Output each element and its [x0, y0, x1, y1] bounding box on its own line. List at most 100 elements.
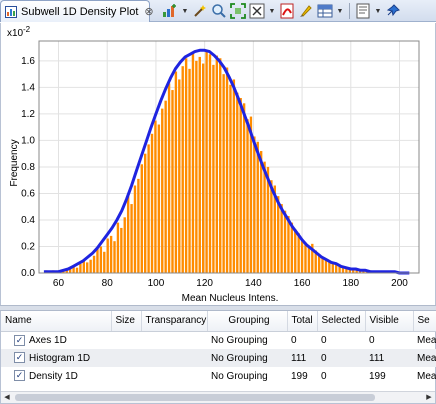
histogram-bar	[109, 235, 113, 273]
column-header-size[interactable]: Size	[111, 311, 142, 332]
y-exponent-power: -2	[23, 25, 31, 34]
histogram-bar	[236, 92, 239, 274]
layer-name: Density 1D	[29, 370, 78, 382]
histogram-bar	[290, 222, 294, 273]
layer-checkbox[interactable]: ✓	[14, 352, 25, 363]
histogram-bar	[137, 178, 140, 273]
histogram-bar	[140, 164, 143, 273]
chevron-down-icon[interactable]: ▼	[374, 8, 382, 15]
column-header-transparency[interactable]: Transparancy	[141, 311, 208, 332]
histogram-bar	[191, 51, 195, 273]
pdf-icon[interactable]	[279, 3, 295, 19]
y-tick-label: 1.2	[21, 109, 35, 120]
histogram-bar	[103, 251, 106, 273]
table-header: Name Size Transparancy Grouping Total Se…	[1, 311, 436, 332]
chevron-down-icon[interactable]: ▼	[268, 8, 276, 15]
histogram-bar	[164, 100, 167, 274]
column-header-grouping[interactable]: Grouping	[207, 311, 288, 332]
table-icon[interactable]	[317, 3, 333, 19]
y-tick-label: 1.0	[21, 135, 35, 146]
histogram-bar	[86, 262, 89, 273]
histogram-bar	[79, 263, 82, 273]
x-tick-label: 120	[196, 278, 213, 289]
histogram-bar	[215, 55, 219, 273]
y-tick-label: 0.6	[21, 188, 35, 199]
histogram-bar	[113, 241, 116, 273]
layer-checkbox[interactable]: ✓	[14, 334, 25, 346]
wand-icon[interactable]	[192, 3, 208, 19]
layer-transparency	[141, 331, 207, 349]
histogram-bar	[307, 246, 311, 273]
brush-icon[interactable]	[298, 3, 314, 19]
histogram-bar	[133, 185, 137, 273]
layer-total: 111	[287, 349, 317, 367]
scrollbar-thumb[interactable]	[15, 394, 375, 401]
histogram-bar	[324, 259, 328, 273]
table-row[interactable]: ✓ Axes 1D No Grouping 0 0 0 Mea	[1, 331, 436, 349]
x-tick-label: 80	[102, 278, 114, 289]
layer-grouping: No Grouping	[207, 349, 287, 367]
chevron-down-icon[interactable]: ▼	[181, 8, 189, 15]
tab-subwell-density-plot[interactable]: Subwell 1D Density Plot ⊗	[0, 0, 154, 22]
axis-icon[interactable]	[249, 3, 265, 19]
layer-table: Name Size Transparancy Grouping Total Se…	[0, 311, 436, 404]
column-header-visible[interactable]: Visible	[365, 311, 414, 332]
histogram-bar	[126, 196, 130, 273]
y-tick-label: 0.4	[21, 215, 35, 226]
chevron-down-icon[interactable]: ▼	[336, 8, 344, 15]
histogram-bar	[157, 124, 161, 274]
histogram-bar	[246, 119, 249, 274]
layer-selected: 0	[317, 349, 365, 367]
add-layer-icon[interactable]	[162, 3, 178, 19]
histogram-bar	[167, 83, 171, 273]
histogram-bar	[283, 210, 287, 273]
y-tick-label: 1.6	[21, 56, 35, 67]
histogram-bar	[171, 90, 174, 274]
fit-icon[interactable]	[230, 3, 246, 19]
layer-transparency	[141, 349, 207, 367]
layer-selected: 0	[321, 334, 327, 346]
x-tick-label: 200	[391, 278, 408, 289]
y-exponent-base: x10	[7, 28, 24, 39]
layer-name: Axes 1D	[29, 334, 67, 346]
histogram-bar	[181, 66, 184, 273]
layer-se: Mea	[417, 334, 436, 346]
horizontal-scrollbar[interactable]: ◀ ▶	[1, 391, 435, 403]
y-tick-label: 0.8	[21, 162, 35, 173]
histogram-bar	[75, 267, 79, 273]
histogram-bar	[297, 233, 300, 273]
histogram-bar	[92, 255, 96, 273]
column-header-total[interactable]: Total	[287, 311, 318, 332]
histogram-bar	[120, 227, 123, 273]
view-toolbar: ▼ ▼ ▼ ▼	[162, 2, 401, 20]
column-header-se[interactable]: Se	[413, 311, 436, 332]
tab-label: Subwell 1D Density Plot	[21, 5, 139, 18]
layer-grouping: No Grouping	[211, 370, 268, 382]
scroll-left-icon[interactable]: ◀	[1, 392, 13, 403]
x-tick-label: 60	[53, 278, 65, 289]
zoom-icon[interactable]	[211, 3, 227, 19]
chart-canvas[interactable]: 0.0 0.2 0.4 0.6 0.8 1.0 1.2 1.4 1.6 60 80 100 120 14…	[1, 23, 435, 305]
histogram-bar	[161, 108, 164, 274]
density-chart[interactable]: 0.0 0.2 0.4 0.6 0.8 1.0 1.2 1.4 1.6 60 80 100 120 14…	[0, 23, 436, 305]
scroll-right-icon[interactable]: ▶	[423, 392, 435, 403]
layer-se: Mea	[417, 370, 436, 382]
histogram-bar	[222, 74, 225, 273]
table-row[interactable]: ✓ Histogram 1D No Grouping 111 0 111 Mea	[1, 349, 436, 367]
column-header-selected[interactable]: Selected	[317, 311, 366, 332]
histogram-bar	[263, 161, 266, 273]
histogram-bar	[174, 71, 178, 273]
histogram-bar	[147, 144, 150, 273]
settings-icon[interactable]	[355, 3, 371, 19]
column-header-name[interactable]: Name	[1, 311, 112, 332]
layer-total: 199	[291, 370, 308, 382]
histogram-bar	[256, 141, 259, 273]
histogram-bar	[130, 204, 133, 273]
histogram-bar	[232, 79, 236, 273]
layer-checkbox[interactable]: ✓	[14, 370, 25, 381]
y-tick-label: 0.0	[21, 268, 35, 279]
close-icon[interactable]: ⊗	[144, 5, 153, 18]
pin-icon[interactable]	[385, 3, 401, 19]
histogram-bar	[195, 60, 198, 274]
table-row[interactable]: ✓ Density 1D No Grouping 199 0 199 Mea	[1, 367, 436, 385]
